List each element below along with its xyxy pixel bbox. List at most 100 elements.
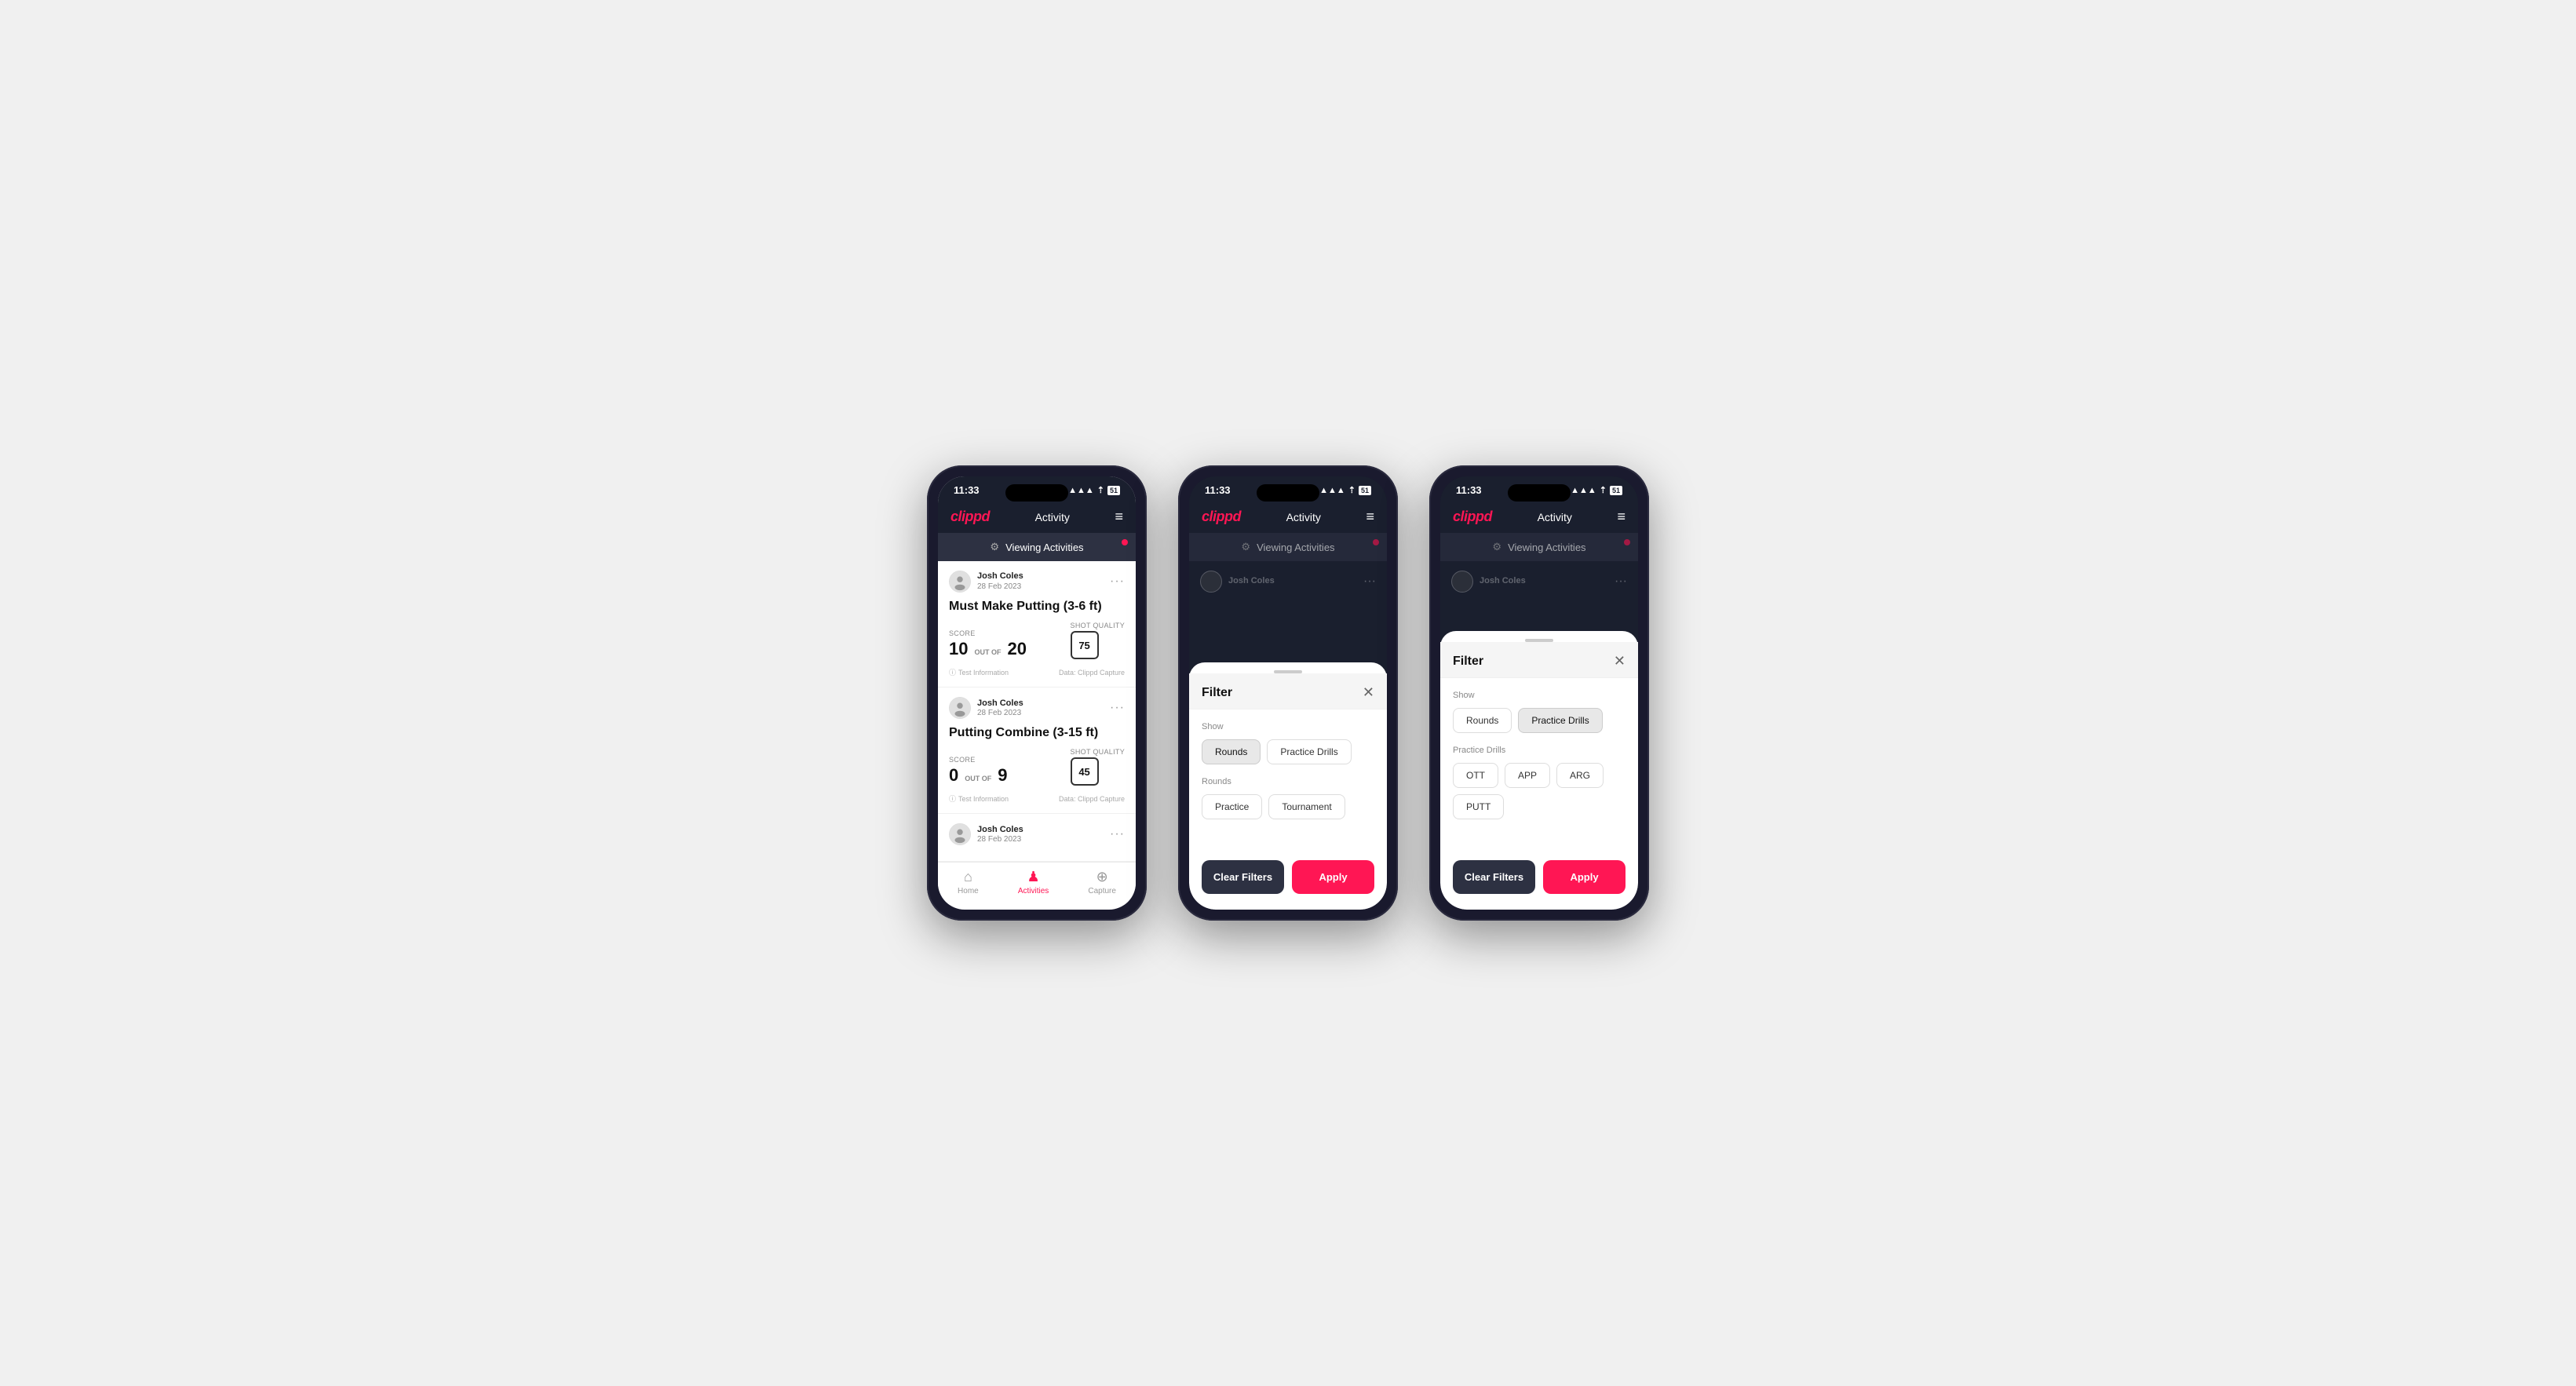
filter-chip-tournament-2[interactable]: Tournament [1268,794,1345,819]
logo-3: clippd [1453,509,1492,525]
nav-title-1: Activity [1035,511,1070,523]
filter-header-2: Filter ✕ [1189,673,1387,709]
avatar-2 [949,697,971,719]
viewing-bar-text-3: Viewing Activities [1508,542,1585,553]
bg-more-3: ··· [1615,574,1627,589]
card-header-3: Josh Coles 28 Feb 2023 ··· [949,823,1125,845]
apply-button-2[interactable]: Apply [1292,860,1374,894]
wifi-icon-3: ⇡ [1600,485,1607,495]
filter-close-3[interactable]: ✕ [1614,653,1626,669]
card-title-1: Must Make Putting (3-6 ft) [949,599,1125,614]
show-label-3: Show [1453,691,1626,700]
filter-header-3: Filter ✕ [1440,642,1638,678]
shot-quality-badge-2: 45 [1071,757,1099,786]
out-of-2: OUT OF [965,775,991,782]
filter-body-2: Show Rounds Practice Drills Rounds Pract… [1189,709,1387,844]
card-data-1: Data: Clippd Capture [1059,669,1125,677]
card-more-2[interactable]: ··· [1110,701,1125,715]
filter-chip-practice-drills-3[interactable]: Practice Drills [1518,708,1602,733]
viewing-settings-icon-3: ⚙ [1492,541,1501,553]
phone-2-screen: 11:33 ▲▲▲ ⇡ 51 clippd Activity ≡ ⚙ Viewi… [1189,476,1387,910]
card-more-1[interactable]: ··· [1110,574,1125,589]
filter-sheet-2: Filter ✕ Show Rounds Practice Drills Rou… [1189,662,1387,910]
activity-card-2: Josh Coles 28 Feb 2023 ··· Putting Combi… [938,688,1136,814]
card-header-2: Josh Coles 28 Feb 2023 ··· [949,697,1125,719]
bg-card-user-2: Josh Coles [1200,571,1275,593]
user-info-1: Josh Coles 28 Feb 2023 [977,571,1023,591]
viewing-bar-dot-1 [1122,539,1128,545]
filter-chip-ott-3[interactable]: OTT [1453,763,1498,788]
user-date-2: 28 Feb 2023 [977,709,1023,718]
menu-icon-2[interactable]: ≡ [1366,509,1374,525]
filter-sheet-3: Filter ✕ Show Rounds Practice Drills Pra… [1440,631,1638,910]
viewing-bar-3[interactable]: ⚙ Viewing Activities [1440,533,1638,561]
card-stats-2: Score 0 OUT OF 9 Shot Quality 45 [949,748,1125,786]
nav-bar-3: clippd Activity ≡ [1440,501,1638,533]
filter-body-3: Show Rounds Practice Drills Practice Dri… [1440,678,1638,844]
card-footer-2: ⓘ Test Information Data: Clippd Capture [949,793,1125,804]
tab-activities-1[interactable]: ♟ Activities [1018,869,1049,895]
user-name-2: Josh Coles [977,698,1023,709]
battery-icon-2: 51 [1359,486,1371,495]
filter-chip-app-3[interactable]: APP [1505,763,1550,788]
user-date-3: 28 Feb 2023 [977,835,1023,844]
filter-title-3: Filter [1453,655,1483,669]
menu-icon-3[interactable]: ≡ [1617,509,1626,525]
bottom-bar-1: ⌂ Home ♟ Activities ⊕ Capture [938,862,1136,905]
battery-icon-1: 51 [1107,486,1120,495]
status-time-2: 11:33 [1205,484,1231,496]
dynamic-island-3 [1508,484,1571,502]
wifi-icon-1: ⇡ [1097,485,1104,495]
tab-capture-label-1: Capture [1088,887,1116,895]
info-icon-1: ⓘ [949,667,956,677]
dynamic-island-2 [1257,484,1319,502]
logo-1: clippd [950,509,990,525]
bg-avatar-2 [1200,571,1222,593]
phone-1: 11:33 ▲▲▲ ⇡ 51 clippd Activity ≡ ⚙ Viewi… [927,465,1147,921]
rounds-chips-2: Practice Tournament [1202,794,1374,819]
viewing-bar-dot-2 [1373,539,1379,545]
viewing-bar-2[interactable]: ⚙ Viewing Activities [1189,533,1387,561]
home-icon-1: ⌂ [964,869,972,885]
tab-capture-1[interactable]: ⊕ Capture [1088,869,1116,895]
shot-quality-stat-2: Shot Quality 45 [1071,748,1125,786]
filter-chip-putt-3[interactable]: PUTT [1453,794,1504,819]
rounds-label-2: Rounds [1202,777,1374,786]
bg-avatar-3 [1451,571,1473,593]
show-label-2: Show [1202,722,1374,731]
bg-user-info-3: Josh Coles [1480,576,1526,586]
filter-chip-practice-2[interactable]: Practice [1202,794,1262,819]
clear-filters-button-3[interactable]: Clear Filters [1453,860,1535,894]
card-more-3[interactable]: ··· [1110,827,1125,841]
card-user-1: Josh Coles 28 Feb 2023 [949,571,1023,593]
score-value-2: 0 [949,765,958,786]
filter-chip-rounds-2[interactable]: Rounds [1202,739,1261,764]
shots-value-2: 9 [998,765,1007,786]
tab-home-1[interactable]: ⌂ Home [958,869,979,895]
nav-title-2: Activity [1286,511,1321,523]
dynamic-island-1 [1005,484,1068,502]
filter-chip-arg-3[interactable]: ARG [1556,763,1604,788]
menu-icon-1[interactable]: ≡ [1115,509,1123,525]
status-icons-1: ▲▲▲ ⇡ 51 [1068,485,1120,495]
card-user-2: Josh Coles 28 Feb 2023 [949,697,1023,719]
viewing-bar-1[interactable]: ⚙ Viewing Activities [938,533,1136,561]
capture-icon-1: ⊕ [1096,869,1108,885]
filter-chip-practice-drills-2[interactable]: Practice Drills [1267,739,1351,764]
status-time-3: 11:33 [1456,484,1482,496]
card-user-3: Josh Coles 28 Feb 2023 [949,823,1023,845]
filter-chip-rounds-3[interactable]: Rounds [1453,708,1512,733]
filter-close-2[interactable]: ✕ [1363,684,1374,701]
score-stat-2: Score 0 OUT OF 9 [949,756,1008,786]
user-name-3: Josh Coles [977,825,1023,835]
viewing-bar-text-1: Viewing Activities [1005,542,1083,553]
shot-quality-badge-1: 75 [1071,631,1099,659]
apply-button-3[interactable]: Apply [1543,860,1626,894]
score-value-1: 10 [949,639,968,659]
nav-bar-2: clippd Activity ≡ [1189,501,1387,533]
viewing-settings-icon-2: ⚙ [1241,541,1250,553]
card-info-1: ⓘ Test Information [949,667,1009,677]
viewing-bar-text-2: Viewing Activities [1257,542,1334,553]
clear-filters-button-2[interactable]: Clear Filters [1202,860,1284,894]
score-stat-1: Score 10 OUT OF 20 [949,629,1027,659]
